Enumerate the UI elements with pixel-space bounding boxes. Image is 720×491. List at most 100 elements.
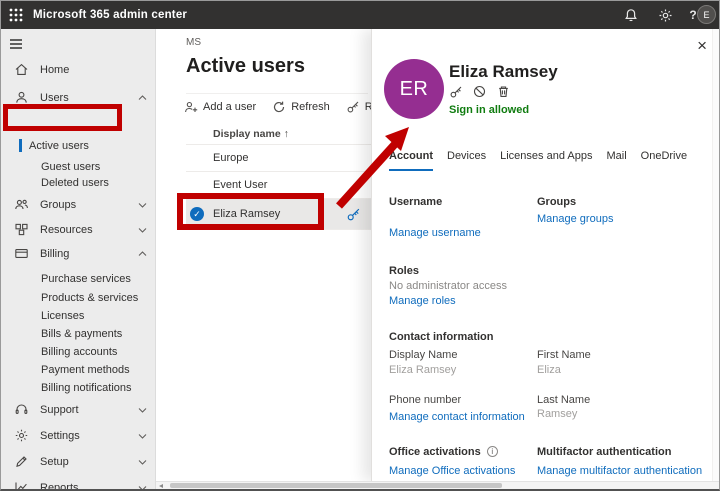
add-person-icon [184, 100, 198, 114]
manage-username-link[interactable]: Manage username [389, 227, 481, 239]
sidebar-item-label: Support [40, 403, 79, 416]
user-row-event-user[interactable]: Event User [186, 172, 399, 198]
reset-password-key-icon[interactable] [449, 85, 463, 99]
sidebar-item-billing-accounts[interactable]: Billing accounts [1, 342, 156, 361]
reports-chart-icon [14, 480, 29, 489]
sidebar-item-label: Billing notifications [41, 381, 132, 394]
app-title: Microsoft 365 admin center [33, 9, 188, 21]
refresh-button[interactable]: Refresh [272, 100, 330, 114]
app-launcher-icon[interactable] [9, 8, 23, 22]
add-user-button[interactable]: Add a user [184, 100, 256, 114]
sidebar-item-deleted-users[interactable]: Deleted users [1, 173, 156, 192]
add-user-label: Add a user [203, 101, 257, 113]
sidebar-item-label: Products & services [41, 291, 139, 304]
roles-section-title: Roles [389, 265, 419, 277]
sidebar-item-support[interactable]: Support [1, 400, 156, 419]
sidebar-item-label: Purchase services [41, 272, 131, 285]
account-avatar[interactable]: E [697, 5, 716, 24]
manage-office-activations-link[interactable]: Manage Office activations [389, 465, 515, 477]
manage-roles-link[interactable]: Manage roles [389, 295, 456, 307]
key-icon [346, 100, 360, 114]
sidebar-item-purchase-services[interactable]: Purchase services [1, 269, 156, 288]
groups-section-title: Groups [537, 196, 577, 208]
chevron-up-icon [138, 250, 147, 257]
sidebar-item-label: Settings [40, 429, 80, 442]
reset-password-row-key-icon[interactable] [346, 207, 361, 222]
sign-in-status-badge: Sign in allowed [449, 104, 530, 116]
manage-groups-link[interactable]: Manage groups [537, 213, 613, 225]
sidebar-item-bills-payments[interactable]: Bills & payments [1, 324, 156, 343]
chevron-down-icon [138, 202, 147, 208]
sidebar-item-label: Setup [40, 455, 69, 468]
tab-account[interactable]: Account [389, 150, 433, 171]
last-name-value: Ramsey [537, 408, 578, 420]
sidebar-item-resources[interactable]: Resources [1, 220, 156, 239]
tab-mail[interactable]: Mail [606, 150, 626, 171]
tab-devices[interactable]: Devices [447, 150, 486, 171]
user-name-title: Eliza Ramsey [449, 62, 558, 81]
contact-information-section-title: Contact information [389, 331, 494, 343]
tab-licenses-and-apps[interactable]: Licenses and Apps [500, 150, 592, 171]
delete-user-trash-icon[interactable] [497, 85, 511, 99]
sidebar-item-label: Bills & payments [41, 327, 123, 340]
notifications-bell-icon[interactable] [623, 7, 639, 23]
nav-collapse-hamburger-icon[interactable] [10, 39, 22, 49]
first-name-label: First Name [537, 349, 591, 361]
sidebar-item-groups[interactable]: Groups [1, 195, 156, 214]
refresh-label: Refresh [291, 101, 330, 113]
sidebar-item-active-users[interactable]: Active users [1, 136, 156, 155]
page-title: Active users [186, 55, 305, 77]
sidebar-item-label: Deleted users [41, 176, 109, 189]
horizontal-scrollbar [156, 481, 719, 489]
groups-icon [14, 197, 29, 212]
top-bar: Microsoft 365 admin center ? E [1, 1, 719, 29]
sidebar-item-products-services[interactable]: Products & services [1, 288, 156, 307]
breadcrumb[interactable]: MS [186, 37, 201, 48]
block-sign-in-icon[interactable] [473, 85, 487, 99]
row-divider [186, 229, 399, 230]
flyout-scrollbar-track[interactable] [712, 29, 719, 481]
sidebar-item-home[interactable]: Home [1, 60, 156, 79]
setup-pencil-icon [14, 454, 29, 469]
user-quick-actions [449, 85, 511, 99]
sidebar-item-licenses[interactable]: Licenses [1, 306, 156, 325]
sidebar-item-billing-notifications[interactable]: Billing notifications [1, 378, 156, 397]
user-details-flyout: × ER Eliza Ramsey Sign in allowed Accoun… [371, 29, 719, 481]
horizontal-scrollbar-thumb[interactable] [170, 483, 502, 488]
sidebar-item-setup[interactable]: Setup [1, 452, 156, 471]
selected-check-icon[interactable]: ✓ [190, 207, 204, 221]
user-row-eliza-ramsey[interactable]: ✓ Eliza Ramsey [186, 199, 399, 229]
close-icon[interactable]: × [697, 37, 707, 54]
settings-gear-icon[interactable] [657, 7, 673, 23]
display-name-value: Eliza Ramsey [389, 364, 457, 376]
display-name-cell: Event User [213, 179, 268, 191]
column-header-display-name[interactable]: Display name ↑ [213, 128, 289, 140]
sidebar-item-label: Payment methods [41, 363, 130, 376]
username-section-title: Username [389, 196, 443, 208]
manage-contact-information-link[interactable]: Manage contact information [389, 411, 525, 423]
home-icon [14, 62, 29, 77]
sidebar-item-users[interactable]: Users [1, 88, 156, 107]
sidebar-item-label: Groups [40, 198, 77, 211]
scroll-left-arrow[interactable] [159, 484, 163, 488]
sidebar-item-label: Billing accounts [41, 345, 118, 358]
last-name-label: Last Name [537, 394, 591, 406]
manage-mfa-link[interactable]: Manage multifactor authentication [537, 465, 702, 477]
selected-nav-indicator [19, 139, 22, 152]
tab-onedrive[interactable]: OneDrive [641, 150, 687, 171]
info-icon[interactable]: i [486, 446, 498, 457]
user-row-europe[interactable]: Europe [186, 145, 399, 171]
chevron-down-icon [138, 407, 147, 413]
sidebar-item-payment-methods[interactable]: Payment methods [1, 360, 156, 379]
sidebar-item-billing[interactable]: Billing [1, 244, 156, 263]
display-name-label: Display Name [389, 349, 458, 361]
sidebar-item-label: Licenses [41, 309, 85, 322]
toolbar-divider [186, 93, 368, 94]
m365-admin-center-window: Microsoft 365 admin center ? E Home User… [0, 0, 720, 491]
chevron-down-icon [138, 227, 147, 233]
gear-icon [14, 428, 29, 443]
office-activations-section-title: Office activations i [389, 446, 498, 458]
sidebar-item-label: Reports [40, 481, 79, 491]
sidebar-item-reports[interactable]: Reports [1, 478, 156, 491]
sidebar-item-settings[interactable]: Settings [1, 426, 156, 445]
